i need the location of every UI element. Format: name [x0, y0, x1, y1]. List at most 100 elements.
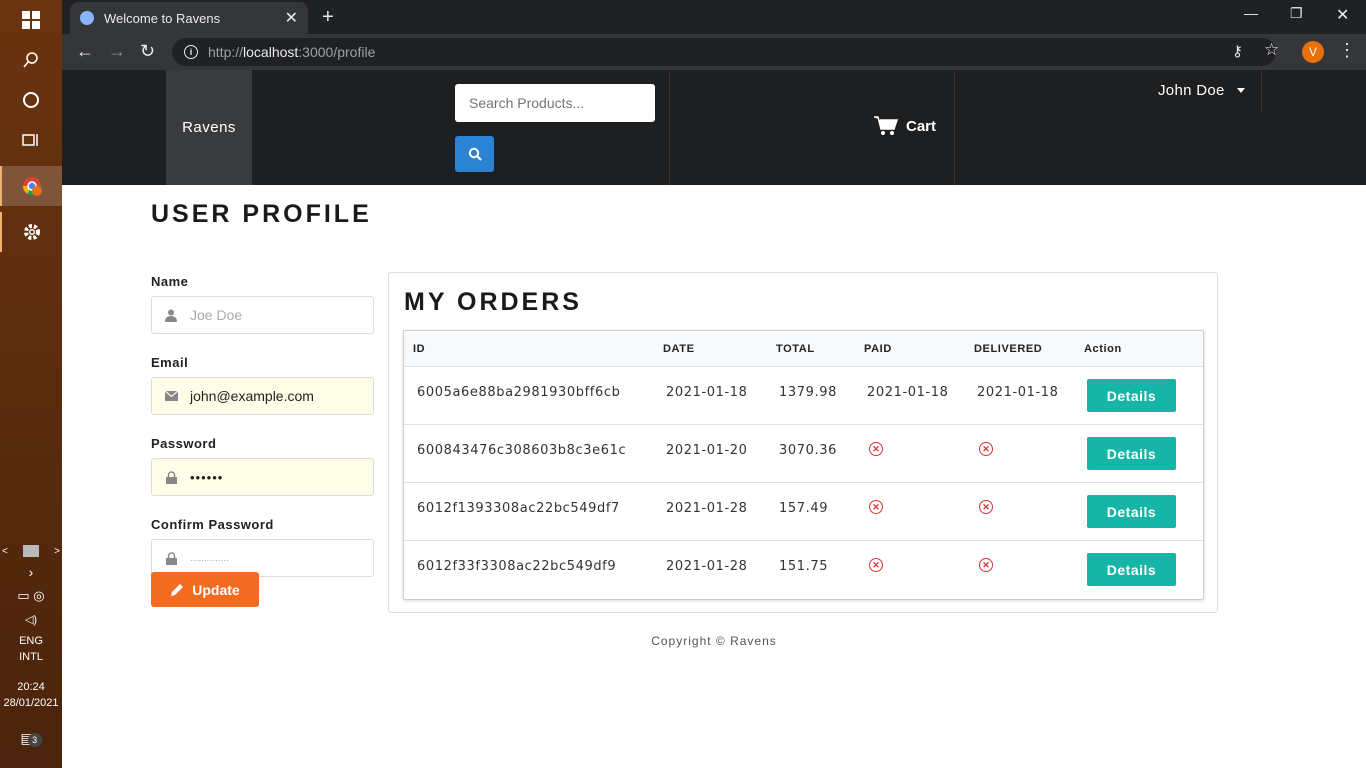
password-label: Password: [151, 436, 217, 451]
windows-start-icon[interactable]: [0, 0, 62, 40]
tab-title: Welcome to Ravens: [104, 10, 221, 26]
browser-tab-bar: Welcome to Ravens ✕ + — ❐ ✕: [62, 0, 1366, 34]
url-host: localhost: [243, 44, 299, 60]
table-row: 6012f33f3308ac22bc549df9 2021-01-28 151.…: [404, 541, 1203, 599]
site-info-icon[interactable]: i: [184, 45, 198, 59]
notification-badge: 3: [27, 733, 42, 747]
browser-tab[interactable]: Welcome to Ravens ✕: [70, 2, 308, 34]
table-row: 600843476c308603b8c3e61c 2021-01-20 3070…: [404, 425, 1203, 483]
column-header-date: DATE: [663, 343, 695, 355]
user-dropdown[interactable]: John Doe: [1158, 82, 1245, 99]
order-id: 600843476c308603b8c3e61c: [417, 443, 627, 458]
taskbar-scroller[interactable]: < >: [2, 544, 60, 558]
task-view-icon[interactable]: [0, 120, 62, 160]
order-date: 2021-01-18: [666, 385, 748, 400]
shopping-cart-icon: [874, 116, 898, 135]
windows-taskbar: < > › ▭ ◎ ◁) ENG INTL 20:24 28/01/2021 ▤…: [0, 0, 62, 768]
email-label: Email: [151, 355, 189, 370]
not-paid-icon: ✕: [869, 500, 883, 514]
search-input[interactable]: [455, 84, 655, 122]
profile-form: Name Joe Doe Email john@example.com Pass…: [151, 274, 374, 598]
details-button[interactable]: Details: [1087, 379, 1176, 412]
order-id: 6005a6e88ba2981930bff6cb: [417, 385, 621, 400]
email-field[interactable]: john@example.com: [151, 377, 374, 415]
new-tab-icon[interactable]: +: [322, 6, 334, 29]
scroll-thumb[interactable]: [23, 545, 39, 557]
favicon-icon: [80, 11, 94, 25]
settings-gear-icon[interactable]: [0, 212, 62, 252]
search-icon[interactable]: [0, 40, 62, 80]
table-row: 6012f1393308ac22bc549df7 2021-01-28 157.…: [404, 483, 1203, 541]
browser-toolbar: ← → ↻ i http://localhost:3000/profile ⚷ …: [62, 34, 1366, 70]
details-button[interactable]: Details: [1087, 495, 1176, 528]
not-paid-icon: ✕: [869, 558, 883, 572]
not-delivered-icon: ✕: [979, 558, 993, 572]
envelope-icon: [164, 391, 178, 401]
order-id: 6012f1393308ac22bc549df7: [417, 501, 620, 516]
volume-icon[interactable]: ◁): [0, 612, 62, 628]
scroll-left-icon[interactable]: <: [2, 546, 8, 557]
close-tab-icon[interactable]: ✕: [285, 8, 298, 28]
cart-link[interactable]: Cart: [874, 116, 936, 136]
search-icon: [468, 147, 482, 161]
restore-icon[interactable]: ❐: [1290, 5, 1303, 22]
search-button[interactable]: [455, 136, 494, 172]
reload-icon[interactable]: ↻: [140, 41, 155, 62]
order-total: 3070.36: [779, 443, 837, 458]
clock[interactable]: 20:24 28/01/2021: [0, 679, 62, 711]
back-arrow-icon[interactable]: ←: [76, 41, 94, 62]
cortana-icon[interactable]: [0, 80, 62, 120]
column-header-action: Action: [1084, 343, 1122, 355]
name-placeholder: Joe Doe: [190, 307, 243, 323]
clock-time: 20:24: [17, 681, 45, 693]
name-field[interactable]: Joe Doe: [151, 296, 374, 334]
kebab-menu-icon[interactable]: ⋮: [1338, 40, 1356, 61]
user-icon: [164, 309, 178, 322]
pencil-icon: [171, 583, 184, 596]
key-icon[interactable]: ⚷: [1232, 42, 1243, 60]
brand-link[interactable]: Ravens: [166, 70, 252, 185]
lock-icon: [164, 470, 178, 484]
profile-avatar[interactable]: V: [1302, 41, 1324, 63]
minimize-icon[interactable]: —: [1244, 5, 1258, 21]
scroll-right-icon[interactable]: >: [54, 546, 60, 557]
order-id: 6012f33f3308ac22bc549df9: [417, 559, 617, 574]
forward-arrow-icon[interactable]: →: [108, 41, 126, 62]
page-title: USER PROFILE: [151, 200, 372, 228]
nav-divider: [1261, 70, 1262, 112]
order-total: 157.49: [779, 501, 829, 516]
user-name: John Doe: [1158, 82, 1225, 99]
not-delivered-icon: ✕: [979, 442, 993, 456]
column-header-delivered: DELIVERED: [974, 343, 1043, 355]
password-field[interactable]: ••••••: [151, 458, 374, 496]
details-button[interactable]: Details: [1087, 553, 1176, 586]
order-total: 151.75: [779, 559, 829, 574]
name-label: Name: [151, 274, 189, 289]
site-navbar: Ravens Cart John Doe: [62, 70, 1366, 185]
action-center-icon[interactable]: ▤3: [0, 730, 62, 747]
chevron-right-icon[interactable]: ›: [0, 564, 62, 580]
url-path: :3000/profile: [298, 44, 376, 60]
footer-copyright: Copyright © Ravens: [651, 634, 777, 648]
address-bar[interactable]: i http://localhost:3000/profile: [172, 38, 1276, 66]
screen: < > › ▭ ◎ ◁) ENG INTL 20:24 28/01/2021 ▤…: [0, 0, 1366, 768]
lock-icon: [164, 551, 178, 565]
confirm-password-label: Confirm Password: [151, 517, 274, 532]
order-paid-date: 2021-01-18: [867, 385, 949, 400]
table-header: ID DATE TOTAL PAID DELIVERED Action: [404, 331, 1203, 367]
nav-divider: [954, 70, 955, 185]
bookmark-star-icon[interactable]: ☆: [1264, 40, 1279, 60]
order-date: 2021-01-20: [666, 443, 748, 458]
window-close-icon[interactable]: ✕: [1336, 5, 1349, 25]
orders-title: MY ORDERS: [404, 288, 582, 316]
chrome-taskbar-icon[interactable]: [0, 166, 62, 206]
order-total: 1379.98: [779, 385, 837, 400]
update-button[interactable]: Update: [151, 572, 259, 607]
details-button[interactable]: Details: [1087, 437, 1176, 470]
system-tray-icons[interactable]: ▭ ◎: [0, 588, 62, 604]
clock-date: 28/01/2021: [3, 697, 59, 709]
email-value: john@example.com: [190, 388, 314, 404]
update-label: Update: [192, 581, 240, 598]
orders-card: MY ORDERS ID DATE TOTAL PAID DELIVERED A…: [388, 272, 1218, 613]
not-delivered-icon: ✕: [979, 500, 993, 514]
